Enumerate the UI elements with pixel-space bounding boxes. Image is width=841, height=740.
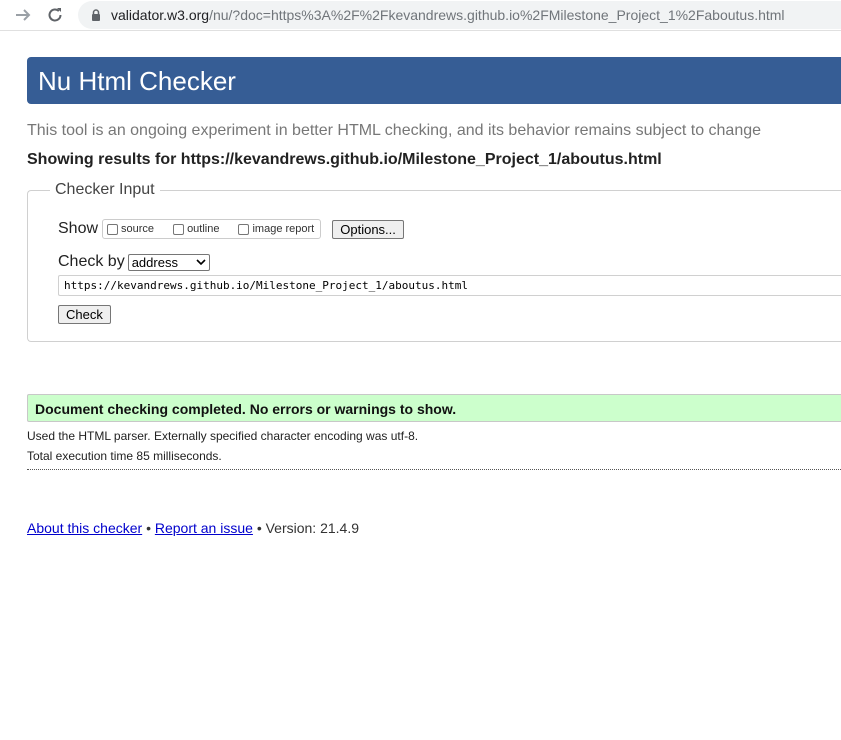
- show-label: Show: [58, 220, 99, 237]
- version-text: • Version: 21.4.9: [256, 520, 360, 536]
- outline-checkbox[interactable]: [173, 223, 185, 235]
- show-options-group: source outline image report: [102, 219, 322, 239]
- footer-separator: •: [146, 520, 151, 536]
- show-image-report-option[interactable]: image report: [238, 223, 314, 235]
- source-label: source: [121, 223, 155, 235]
- header-banner: Nu Html Checker: [27, 57, 841, 104]
- execution-time: Total execution time 85 milliseconds.: [27, 449, 222, 463]
- image-report-checkbox[interactable]: [238, 223, 250, 235]
- check-by-select[interactable]: address: [127, 253, 210, 271]
- address-input[interactable]: https://kevandrews.github.io/Milestone_P…: [58, 275, 841, 296]
- show-source-option[interactable]: source: [107, 223, 154, 235]
- parser-info: Used the HTML parser. Externally specifi…: [27, 429, 419, 443]
- check-button[interactable]: Check: [58, 305, 111, 324]
- success-message: Document checking completed. No errors o…: [27, 394, 841, 422]
- address-bar[interactable]: validator.w3.org/nu/?doc=https%3A%2F%2Fk…: [78, 1, 841, 29]
- url-path: /nu/?doc=https%3A%2F%2Fkevandrews.github…: [209, 7, 785, 23]
- forward-icon[interactable]: [12, 4, 34, 26]
- browser-toolbar: validator.w3.org/nu/?doc=https%3A%2F%2Fk…: [0, 0, 841, 31]
- image-report-label: image report: [252, 223, 315, 235]
- page-title: Nu Html Checker: [38, 66, 236, 96]
- url-host: validator.w3.org: [111, 7, 210, 23]
- checker-input-fieldset: Checker Input Show source outline image …: [27, 181, 841, 342]
- footer: About this checker • Report an issue • V…: [27, 520, 359, 536]
- outline-label: outline: [187, 223, 220, 235]
- options-button[interactable]: Options...: [332, 219, 404, 239]
- chevron-down-icon: [196, 258, 206, 265]
- divider: [27, 469, 841, 470]
- intro-text: This tool is an ongoing experiment in be…: [27, 122, 762, 139]
- url-text[interactable]: validator.w3.org/nu/?doc=https%3A%2F%2Fk…: [111, 7, 785, 23]
- checker-input-legend: Checker Input: [50, 181, 160, 199]
- check-by-row: Check by address: [58, 253, 210, 271]
- report-issue-link[interactable]: Report an issue: [155, 520, 253, 536]
- source-checkbox[interactable]: [107, 223, 119, 235]
- results-heading: Showing results for https://kevandrews.g…: [27, 151, 662, 168]
- show-outline-option[interactable]: outline: [173, 223, 219, 235]
- check-by-value: address: [131, 254, 178, 270]
- lock-icon[interactable]: [89, 8, 103, 22]
- show-options-row: Show source outline image report Options…: [58, 219, 404, 239]
- reload-icon[interactable]: [44, 4, 66, 26]
- about-checker-link[interactable]: About this checker: [27, 520, 142, 536]
- check-by-label: Check by: [58, 253, 125, 270]
